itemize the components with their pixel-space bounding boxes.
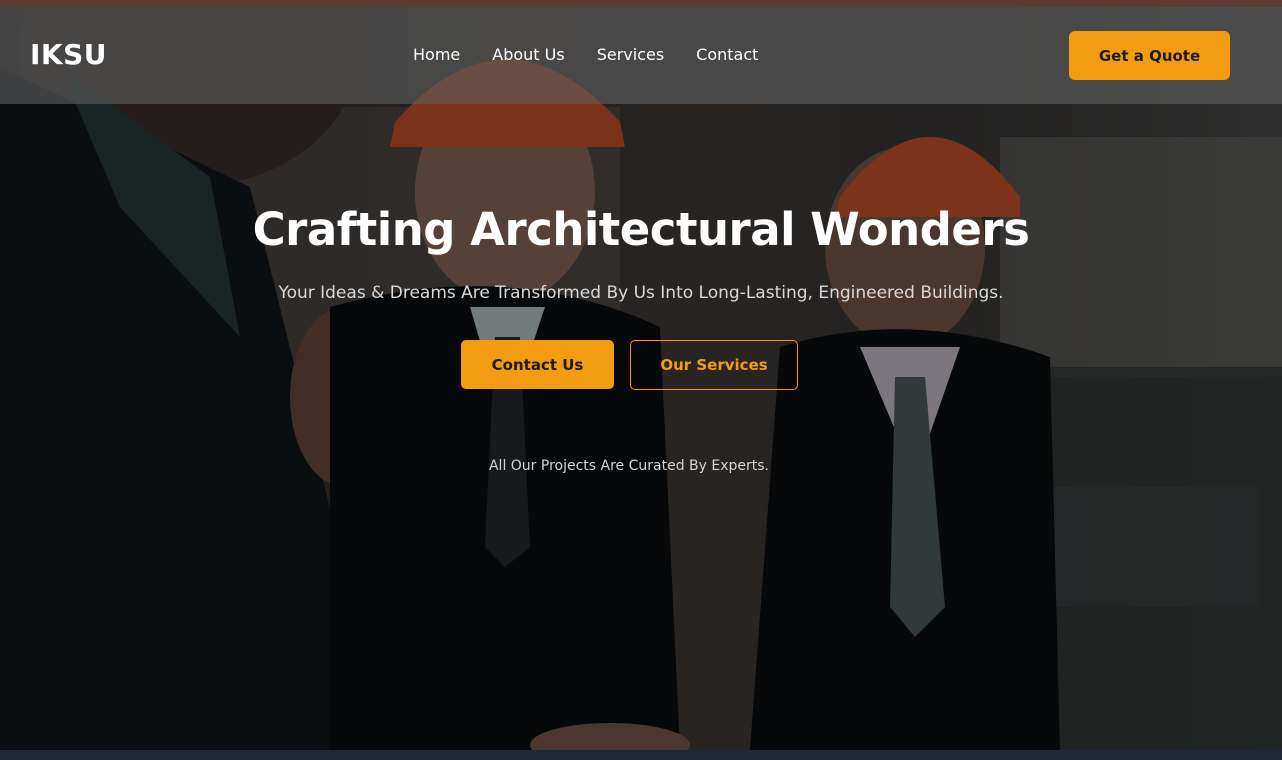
nav-link-contact[interactable]: Contact xyxy=(696,45,758,64)
top-accent-strip xyxy=(0,0,1282,7)
nav-link-home[interactable]: Home xyxy=(413,45,460,64)
landing-page: IKSU Home About Us Services Contact Get … xyxy=(0,0,1282,760)
hero-headline: Crafting Architectural Wonders xyxy=(252,203,1030,256)
navbar: IKSU Home About Us Services Contact Get … xyxy=(0,7,1282,104)
hero-subheadline: Your Ideas & Dreams Are Transformed By U… xyxy=(278,283,1004,303)
nav-link-services[interactable]: Services xyxy=(597,45,664,64)
brand-logo[interactable]: IKSU xyxy=(30,38,107,71)
contact-us-button[interactable]: Contact Us xyxy=(461,340,614,389)
our-services-button[interactable]: Our Services xyxy=(630,340,798,390)
bottom-section-edge xyxy=(0,750,1282,760)
nav-menu: Home About Us Services Contact xyxy=(413,45,758,64)
nav-link-about[interactable]: About Us xyxy=(492,45,564,64)
get-quote-button[interactable]: Get a Quote xyxy=(1069,31,1230,80)
hero-tagline: All Our Projects Are Curated By Experts. xyxy=(488,458,770,474)
hero-cta-group: Contact Us Our Services xyxy=(461,340,798,390)
